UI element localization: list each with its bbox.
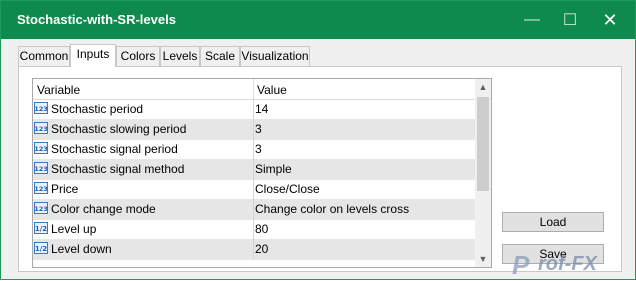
- svg-text:123: 123: [34, 185, 48, 193]
- svg-text:1/2: 1/2: [35, 245, 47, 253]
- variable-cell[interactable]: Price: [51, 182, 78, 196]
- value-cell[interactable]: 20: [255, 242, 268, 256]
- svg-text:123: 123: [34, 205, 48, 213]
- scroll-down-arrow-icon[interactable]: ▼: [475, 251, 491, 267]
- title-bar[interactable]: Stochastic-with-SR-levels — ☐ ✕: [1, 1, 635, 39]
- cell-divider: [253, 179, 254, 199]
- svg-text:1/2: 1/2: [35, 225, 47, 233]
- table-row[interactable]: 1/2 Level down 20: [33, 239, 475, 260]
- variable-column-header[interactable]: Variable: [37, 83, 80, 97]
- table-row[interactable]: 1/2 Level up 80: [33, 219, 475, 240]
- save-button[interactable]: Save: [502, 244, 604, 264]
- variable-cell[interactable]: Stochastic period: [51, 102, 143, 116]
- integer-param-icon: 123: [34, 182, 48, 194]
- value-cell[interactable]: Close/Close: [255, 182, 320, 196]
- tab-visualization[interactable]: Visualization: [240, 46, 310, 66]
- integer-param-icon: 123: [34, 162, 48, 174]
- integer-param-icon: 123: [34, 102, 48, 114]
- table-row[interactable]: 123 Stochastic signal period 3: [33, 139, 475, 160]
- vertical-scrollbar[interactable]: ▲ ▼: [475, 79, 491, 267]
- tab-colors[interactable]: Colors: [116, 46, 160, 66]
- scroll-thumb[interactable]: [477, 97, 489, 191]
- scroll-up-arrow-icon[interactable]: ▲: [475, 79, 491, 95]
- table-row[interactable]: 123 Stochastic slowing period 3: [33, 119, 475, 140]
- svg-text:123: 123: [34, 165, 48, 173]
- variable-cell[interactable]: Stochastic signal period: [51, 142, 178, 156]
- cell-divider: [253, 99, 254, 119]
- load-button[interactable]: Load: [502, 212, 604, 232]
- variable-cell[interactable]: Level up: [51, 222, 96, 236]
- tab-levels[interactable]: Levels: [160, 46, 200, 66]
- tab-scale[interactable]: Scale: [200, 46, 240, 66]
- value-cell[interactable]: Simple: [255, 162, 292, 176]
- table-row[interactable]: 123 Color change mode Change color on leve…: [33, 199, 475, 220]
- svg-text:123: 123: [34, 125, 48, 133]
- svg-text:123: 123: [34, 145, 48, 153]
- table-row[interactable]: 123 Price Close/Close: [33, 179, 475, 200]
- double-param-icon: 1/2: [34, 242, 48, 254]
- variable-cell[interactable]: Level down: [51, 242, 112, 256]
- minimize-button[interactable]: —: [513, 1, 551, 39]
- tab-inputs[interactable]: Inputs: [70, 44, 116, 67]
- table-row[interactable]: 123 Stochastic period 14: [33, 99, 475, 120]
- integer-param-icon: 123: [34, 202, 48, 214]
- variable-cell[interactable]: Stochastic slowing period: [51, 122, 186, 136]
- value-cell[interactable]: 3: [255, 142, 262, 156]
- value-cell[interactable]: Change color on levels cross: [255, 202, 409, 216]
- inputs-grid: Variable Value 123 Stochastic period 14 123…: [32, 78, 492, 268]
- cell-divider: [253, 119, 254, 139]
- cell-divider: [253, 219, 254, 239]
- value-cell[interactable]: 14: [255, 102, 268, 116]
- integer-param-icon: 123: [34, 142, 48, 154]
- cell-divider: [253, 139, 254, 159]
- integer-param-icon: 123: [34, 122, 48, 134]
- svg-text:123: 123: [34, 105, 48, 113]
- variable-cell[interactable]: Color change mode: [51, 202, 156, 216]
- window-title: Stochastic-with-SR-levels: [17, 12, 176, 27]
- cell-divider: [253, 239, 254, 259]
- double-param-icon: 1/2: [34, 222, 48, 234]
- cell-divider: [253, 199, 254, 219]
- value-cell[interactable]: 3: [255, 122, 262, 136]
- variable-cell[interactable]: Stochastic signal method: [51, 162, 184, 176]
- column-divider[interactable]: [253, 79, 254, 99]
- tab-common[interactable]: Common: [18, 46, 70, 66]
- cell-divider: [253, 159, 254, 179]
- close-button[interactable]: ✕: [591, 1, 629, 39]
- grid-header: Variable Value: [33, 79, 475, 100]
- table-row[interactable]: 123 Stochastic signal method Simple: [33, 159, 475, 180]
- maximize-button[interactable]: ☐: [551, 1, 589, 39]
- value-column-header[interactable]: Value: [257, 83, 287, 97]
- value-cell[interactable]: 80: [255, 222, 268, 236]
